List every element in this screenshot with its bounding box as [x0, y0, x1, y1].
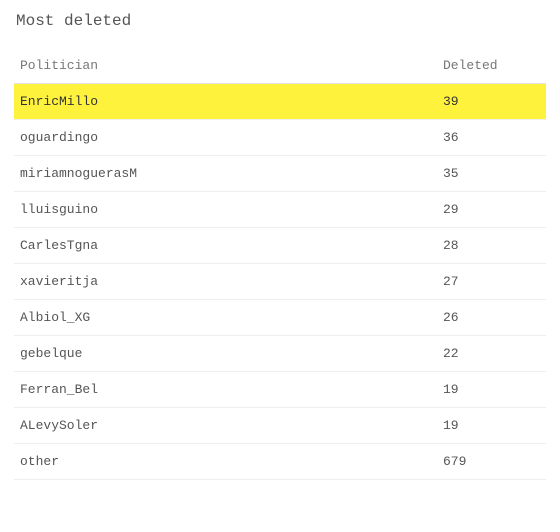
cell-deleted: 39 [413, 84, 546, 120]
col-header-deleted: Deleted [413, 48, 546, 84]
cell-politician: lluisguino [14, 192, 413, 228]
table-row: xavieritja27 [14, 264, 546, 300]
cell-deleted: 19 [413, 408, 546, 444]
cell-politician: xavieritja [14, 264, 413, 300]
table-row: ALevySoler19 [14, 408, 546, 444]
cell-politician: ALevySoler [14, 408, 413, 444]
cell-politician: Ferran_Bel [14, 372, 413, 408]
table-row: other679 [14, 444, 546, 480]
cell-politician: oguardingo [14, 120, 413, 156]
table-row: EnricMillo39 [14, 84, 546, 120]
cell-deleted: 36 [413, 120, 546, 156]
cell-deleted: 29 [413, 192, 546, 228]
page-title: Most deleted [14, 8, 546, 48]
table-row: gebelque22 [14, 336, 546, 372]
cell-deleted: 22 [413, 336, 546, 372]
table-row: oguardingo36 [14, 120, 546, 156]
cell-politician: other [14, 444, 413, 480]
cell-deleted: 35 [413, 156, 546, 192]
cell-deleted: 679 [413, 444, 546, 480]
table-row: CarlesTgna28 [14, 228, 546, 264]
col-header-politician: Politician [14, 48, 413, 84]
cell-deleted: 27 [413, 264, 546, 300]
cell-deleted: 26 [413, 300, 546, 336]
deleted-table: Politician Deleted EnricMillo39oguarding… [14, 48, 546, 480]
cell-politician: EnricMillo [14, 84, 413, 120]
cell-politician: miriamnoguerasM [14, 156, 413, 192]
table-row: miriamnoguerasM35 [14, 156, 546, 192]
table-row: Ferran_Bel19 [14, 372, 546, 408]
cell-politician: CarlesTgna [14, 228, 413, 264]
cell-politician: Albiol_XG [14, 300, 413, 336]
cell-deleted: 28 [413, 228, 546, 264]
cell-politician: gebelque [14, 336, 413, 372]
table-row: Albiol_XG26 [14, 300, 546, 336]
table-row: lluisguino29 [14, 192, 546, 228]
cell-deleted: 19 [413, 372, 546, 408]
